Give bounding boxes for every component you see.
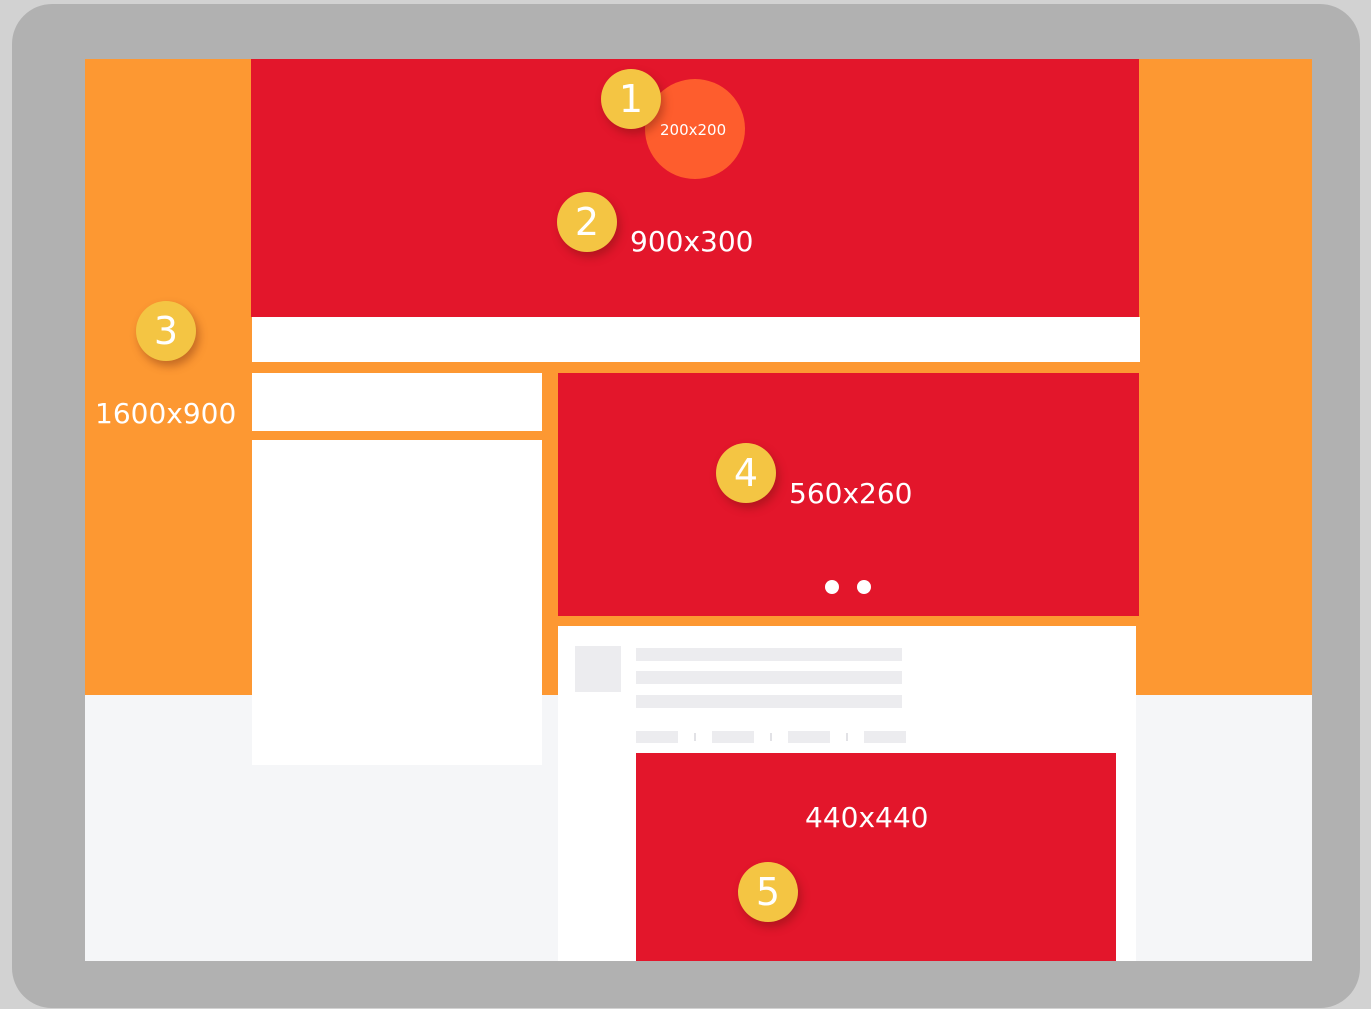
post-avatar-placeholder [575,646,621,692]
device-frame: 200x200 900x300 1600x900 560x260 440x440… [12,4,1360,1008]
slider-dot[interactable] [825,580,839,594]
sidebar-content-block [252,440,542,765]
navigation-bar [252,317,1140,362]
background-image-size-label: 1600x900 [95,397,237,430]
post-text-line [636,648,902,661]
post-action-placeholder [712,731,754,743]
post-text-line [636,695,902,708]
slider-dot[interactable] [857,580,871,594]
badge-4: 4 [716,443,776,503]
post-action-placeholder [788,731,830,743]
post-action-separator [770,733,772,741]
sidebar-header-block [252,373,542,431]
post-action-separator [694,733,696,741]
badge-3: 3 [136,301,196,361]
profile-photo-size-label: 200x200 [660,121,727,139]
post-action-separator [846,733,848,741]
post-action-placeholder [864,731,906,743]
badge-2: 2 [557,192,617,252]
post-card [558,626,1136,961]
cover-photo-size-label: 900x300 [630,225,754,258]
slider-image-size-label: 560x260 [789,477,913,510]
post-image-size-label: 440x440 [805,801,929,834]
badge-1: 1 [601,69,661,129]
post-text-line [636,671,902,684]
post-image-area [636,753,1116,961]
post-action-placeholder [636,731,678,743]
page-mockup: 200x200 900x300 1600x900 560x260 440x440… [85,59,1312,961]
badge-5: 5 [738,862,798,922]
